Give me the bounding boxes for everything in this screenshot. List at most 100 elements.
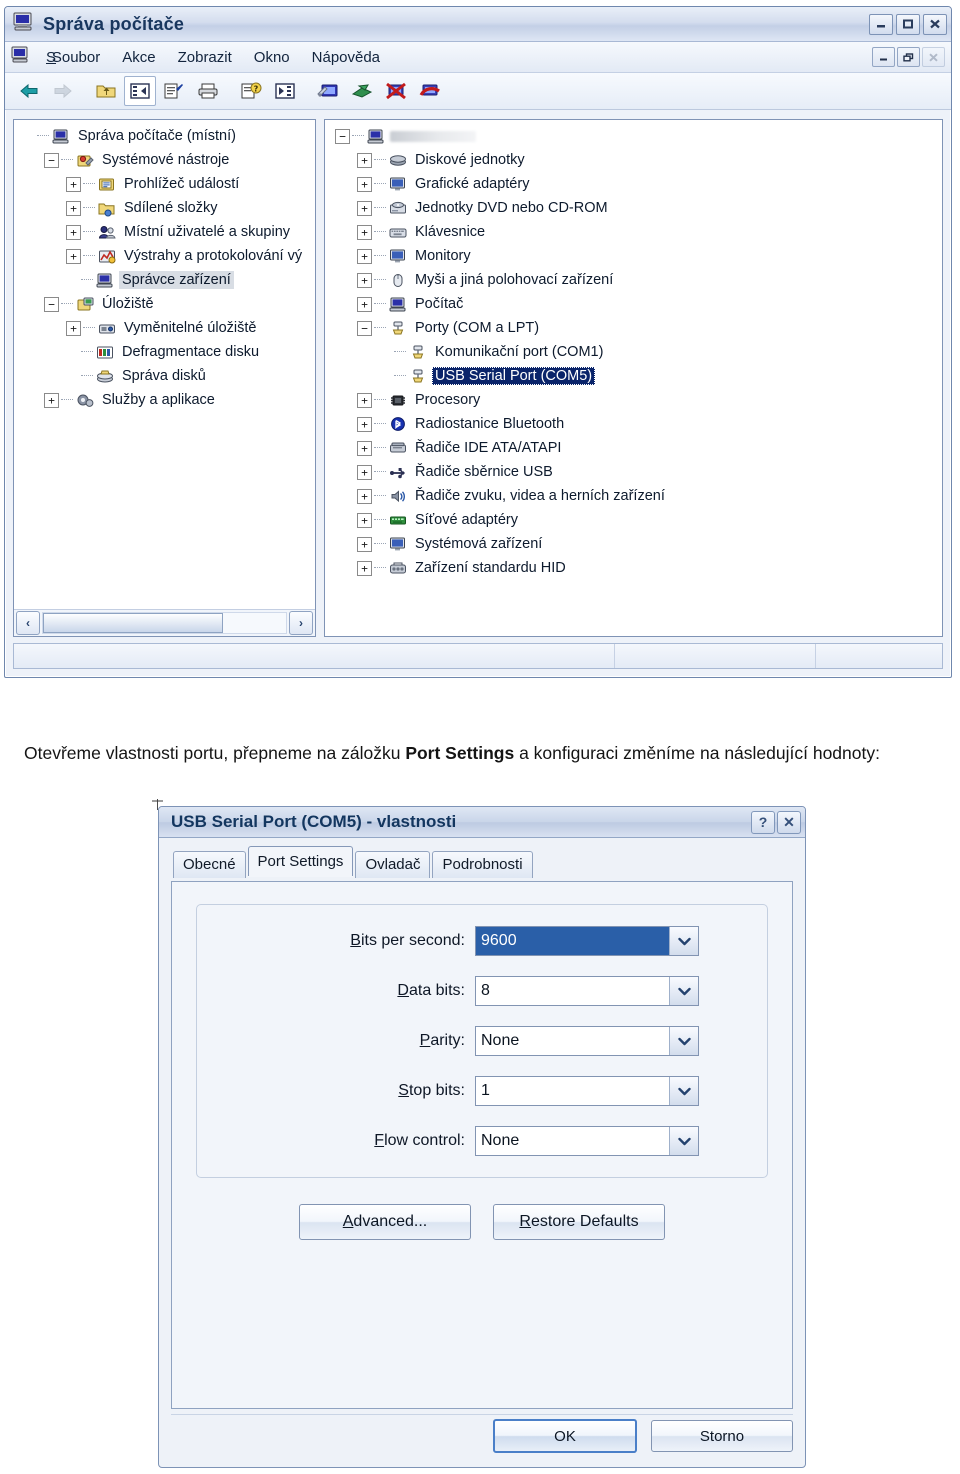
- collapse-minus-icon[interactable]: −: [357, 320, 372, 336]
- tree-item-výstrahy-a-protokolování-vý[interactable]: + Výstrahy a protokolování vý: [18, 244, 315, 268]
- window-titlebar[interactable]: Správa počítače: [5, 7, 951, 42]
- data-bits-combobox[interactable]: 8: [475, 976, 699, 1006]
- expand-plus-icon[interactable]: +: [357, 200, 372, 216]
- expand-plus-icon[interactable]: +: [66, 176, 81, 192]
- menu-item-zobrazit[interactable]: Zobrazit: [167, 46, 243, 69]
- expand-plus-icon[interactable]: +: [357, 152, 372, 168]
- close-icon[interactable]: ✕: [777, 810, 801, 834]
- expand-plus-icon[interactable]: +: [66, 320, 81, 336]
- mdi-close-button[interactable]: [922, 47, 945, 67]
- collapse-minus-icon[interactable]: −: [44, 296, 59, 312]
- uninstall-device-icon[interactable]: [414, 76, 446, 106]
- tree-item-řadiče-ide-ataatapi[interactable]: + Řadiče IDE ATA/ATAPI: [329, 436, 942, 460]
- forward-icon[interactable]: [47, 76, 79, 106]
- tree-horizontal-scrollbar[interactable]: ‹ ›: [14, 609, 315, 636]
- expand-plus-icon[interactable]: +: [357, 272, 372, 288]
- expand-plus-icon[interactable]: +: [357, 392, 372, 408]
- tree-item-zařízení-standardu-hid[interactable]: + Zařízení standardu HID: [329, 556, 942, 580]
- chevron-down-icon[interactable]: [669, 1077, 698, 1105]
- menu-item-soubor[interactable]: SSoubor: [35, 46, 111, 69]
- stop-bits-combobox[interactable]: 1: [475, 1076, 699, 1106]
- chevron-down-icon[interactable]: [669, 927, 698, 955]
- mdi-restore-button[interactable]: [897, 47, 920, 67]
- tab-port-settings[interactable]: Port Settings: [247, 846, 354, 876]
- collapse-minus-icon[interactable]: −: [335, 128, 350, 144]
- expand-plus-icon[interactable]: +: [44, 392, 59, 408]
- show-hide-tree-icon[interactable]: [124, 76, 156, 106]
- tree-item-procesory[interactable]: + Procesory: [329, 388, 942, 412]
- expand-plus-icon[interactable]: +: [357, 416, 372, 432]
- tree-item-služby-a-aplikace[interactable]: + Služby a aplikace: [18, 388, 315, 412]
- tree-item-defragmentace-disku[interactable]: Defragmentace disku: [18, 340, 315, 364]
- expand-plus-icon[interactable]: +: [357, 560, 372, 576]
- flow-control-combobox[interactable]: None: [475, 1126, 699, 1156]
- expand-plus-icon[interactable]: +: [357, 464, 372, 480]
- collapse-minus-icon[interactable]: −: [44, 152, 59, 168]
- tree-item-usb-serial-port-com5[interactable]: USB Serial Port (COM5): [329, 364, 942, 388]
- tree-item-správa-počítače-místní[interactable]: Správa počítače (místní): [18, 124, 315, 148]
- scroll-left-arrow-icon[interactable]: ‹: [16, 611, 40, 635]
- tree-item-systémové-nástroje[interactable]: − Systémové nástroje: [18, 148, 315, 172]
- tab-ovladac[interactable]: Ovladač: [355, 851, 431, 878]
- tree-item-úložiště[interactable]: − Úložiště: [18, 292, 315, 316]
- tree-item-prohlížeč-událostí[interactable]: + Prohlížeč událostí: [18, 172, 315, 196]
- advanced-button[interactable]: Advanced...: [299, 1204, 471, 1240]
- menu-item-akce[interactable]: Akce: [111, 46, 166, 69]
- expand-plus-icon[interactable]: +: [357, 440, 372, 456]
- expand-plus-icon[interactable]: +: [66, 224, 81, 240]
- console-tree[interactable]: Správa počítače (místní) − Systémové nástr…: [14, 120, 315, 609]
- expand-plus-icon[interactable]: +: [357, 224, 372, 240]
- scroll-thumb[interactable]: [43, 613, 223, 633]
- tree-item-místní-uživatelé-a-skupiny[interactable]: + Místní uživatelé a skupiny: [18, 220, 315, 244]
- expand-plus-icon[interactable]: +: [66, 200, 81, 216]
- back-icon[interactable]: [13, 76, 45, 106]
- chevron-down-icon[interactable]: [669, 1027, 698, 1055]
- minimize-button[interactable]: [869, 13, 893, 35]
- update-driver-icon[interactable]: [346, 76, 378, 106]
- help-icon[interactable]: ?: [235, 76, 267, 106]
- tree-item-klávesnice[interactable]: + Klávesnice: [329, 220, 942, 244]
- chevron-down-icon[interactable]: [669, 977, 698, 1005]
- tab-obecne[interactable]: Obecné: [173, 851, 246, 878]
- dialog-titlebar[interactable]: USB Serial Port (COM5) - vlastnosti ? ✕: [159, 807, 805, 838]
- tree-item-myši-a-jiná-polohovací-zařízení[interactable]: + Myši a jiná polohovací zařízení: [329, 268, 942, 292]
- print-icon[interactable]: [192, 76, 224, 106]
- expand-plus-icon[interactable]: +: [357, 296, 372, 312]
- device-tree[interactable]: − + Diskové jednotky + Grafické adaptéry + Jed…: [325, 120, 942, 580]
- tree-item-jednotky-dvd-nebo-cd-rom[interactable]: + Jednotky DVD nebo CD-ROM: [329, 196, 942, 220]
- tab-podrobnosti[interactable]: Podrobnosti: [432, 851, 533, 878]
- close-button[interactable]: [923, 13, 947, 35]
- tree-item-správa-disků[interactable]: Správa disků: [18, 364, 315, 388]
- tree-item-vyměnitelné-úložiště[interactable]: + Vyměnitelné úložiště: [18, 316, 315, 340]
- restore-defaults-button[interactable]: Restore Defaults: [493, 1204, 665, 1240]
- details-view-icon[interactable]: [269, 76, 301, 106]
- expand-plus-icon[interactable]: +: [66, 248, 81, 264]
- tree-item-systémová-zařízení[interactable]: + Systémová zařízení: [329, 532, 942, 556]
- menu-item-napoveda[interactable]: Nápověda: [301, 46, 391, 69]
- tree-item-komunikační-port-com1[interactable]: Komunikační port (COM1): [329, 340, 942, 364]
- tree-item-diskové-jednotky[interactable]: + Diskové jednotky: [329, 148, 942, 172]
- mdi-minimize-button[interactable]: [872, 47, 895, 67]
- expand-plus-icon[interactable]: +: [357, 536, 372, 552]
- up-one-level-icon[interactable]: [90, 76, 122, 106]
- tree-item-síťové-adaptéry[interactable]: + Síťové adaptéry: [329, 508, 942, 532]
- tree-item-počítač[interactable]: + Počítač: [329, 292, 942, 316]
- bits-per-second-combobox[interactable]: 9600: [475, 926, 699, 956]
- tree-item-řadiče-zvuku-videa-a-herních-zařízení[interactable]: + Řadiče zvuku, videa a herních zařízení: [329, 484, 942, 508]
- tree-item-porty-com-a-lpt[interactable]: − Porty (COM a LPT): [329, 316, 942, 340]
- tree-item-sdílené-složky[interactable]: + Sdílené složky: [18, 196, 315, 220]
- ok-button[interactable]: OK: [493, 1419, 637, 1453]
- maximize-button[interactable]: [896, 13, 920, 35]
- scroll-right-arrow-icon[interactable]: ›: [289, 611, 313, 635]
- chevron-down-icon[interactable]: [669, 1127, 698, 1155]
- tree-item-root-computer[interactable]: −: [329, 124, 942, 148]
- tree-item-řadiče-sběrnice-usb[interactable]: + Řadiče sběrnice USB: [329, 460, 942, 484]
- tree-item-radiostanice-bluetooth[interactable]: + Radiostanice Bluetooth: [329, 412, 942, 436]
- expand-plus-icon[interactable]: +: [357, 512, 372, 528]
- scroll-track[interactable]: [42, 612, 287, 634]
- menu-item-okno[interactable]: Okno: [243, 46, 301, 69]
- tree-item-správce-zařízení[interactable]: Správce zařízení: [18, 268, 315, 292]
- tree-item-grafické-adaptéry[interactable]: + Grafické adaptéry: [329, 172, 942, 196]
- expand-plus-icon[interactable]: +: [357, 488, 372, 504]
- tree-item-monitory[interactable]: + Monitory: [329, 244, 942, 268]
